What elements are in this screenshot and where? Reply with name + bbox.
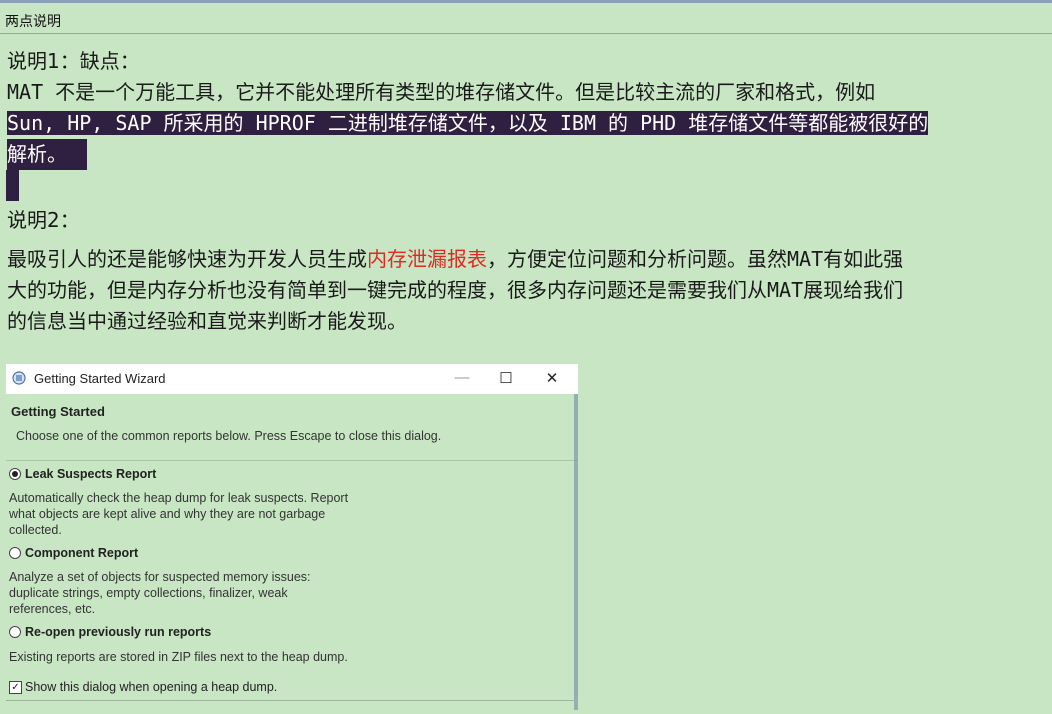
leak-suspects-description: Automatically check the heap dump for le… bbox=[9, 491, 349, 537]
memory-leak-report-highlight: 内存泄漏报表 bbox=[367, 247, 487, 271]
note1-heading: 说明1：缺点： bbox=[7, 49, 140, 73]
minimize-icon[interactable]: — bbox=[449, 369, 475, 386]
wizard-heading: Getting Started bbox=[11, 404, 105, 419]
dialog-edge bbox=[574, 394, 578, 710]
wizard-titlebar: Getting Started Wizard — ☐ ✕ bbox=[6, 364, 578, 394]
show-dialog-checkbox[interactable]: ✓ bbox=[9, 681, 22, 694]
close-icon[interactable]: ✕ bbox=[539, 369, 565, 387]
window-title: 两点说明 bbox=[5, 14, 61, 30]
note2-line-1: 最吸引人的还是能够快速为开发人员生成内存泄漏报表，方便定位问题和分析问题。虽然M… bbox=[7, 247, 904, 271]
maximize-icon[interactable]: ☐ bbox=[493, 369, 519, 387]
mat-app-icon bbox=[12, 371, 26, 385]
window-titlebar: 两点说明 bbox=[0, 0, 1052, 34]
note1-line-1: MAT 不是一个万能工具，它并不能处理所有类型的堆存储文件。但是比较主流的厂家和… bbox=[7, 80, 876, 104]
component-report-description: Analyze a set of objects for suspected m… bbox=[9, 570, 311, 616]
note2-heading: 说明2： bbox=[7, 208, 80, 232]
wizard-bottom-divider bbox=[6, 700, 578, 701]
wizard-header: Getting Started Choose one of the common… bbox=[6, 394, 578, 461]
notes-content: 说明1：缺点： MAT 不是一个万能工具，它并不能处理所有类型的堆存储文件。但是… bbox=[6, 46, 1047, 337]
note1-line-3: 解析。 bbox=[7, 139, 1047, 170]
note1-line-2: Sun, HP, SAP 所采用的 HPROF 二进制堆存储文件，以及 IBM … bbox=[7, 111, 929, 135]
wizard-title: Getting Started Wizard bbox=[34, 371, 166, 386]
component-report-radio[interactable] bbox=[9, 547, 21, 559]
note2-line-3: 的信息当中通过经验和直觉来判断才能发现。 bbox=[7, 309, 407, 333]
selection-caret bbox=[6, 170, 19, 201]
wizard-subheading: Choose one of the common reports below. … bbox=[16, 429, 442, 443]
leak-suspects-radio[interactable] bbox=[9, 468, 21, 480]
getting-started-wizard-dialog: Getting Started Wizard — ☐ ✕ Getting Sta… bbox=[6, 364, 578, 714]
note2-line-2: 大的功能，但是内存分析也没有简单到一键完成的程度，很多内存问题还是需要我们从MA… bbox=[7, 278, 904, 302]
show-dialog-checkbox-label: Show this dialog when opening a heap dum… bbox=[25, 680, 278, 694]
reopen-reports-description: Existing reports are stored in ZIP files… bbox=[9, 650, 348, 664]
reopen-reports-radio[interactable] bbox=[9, 626, 21, 638]
